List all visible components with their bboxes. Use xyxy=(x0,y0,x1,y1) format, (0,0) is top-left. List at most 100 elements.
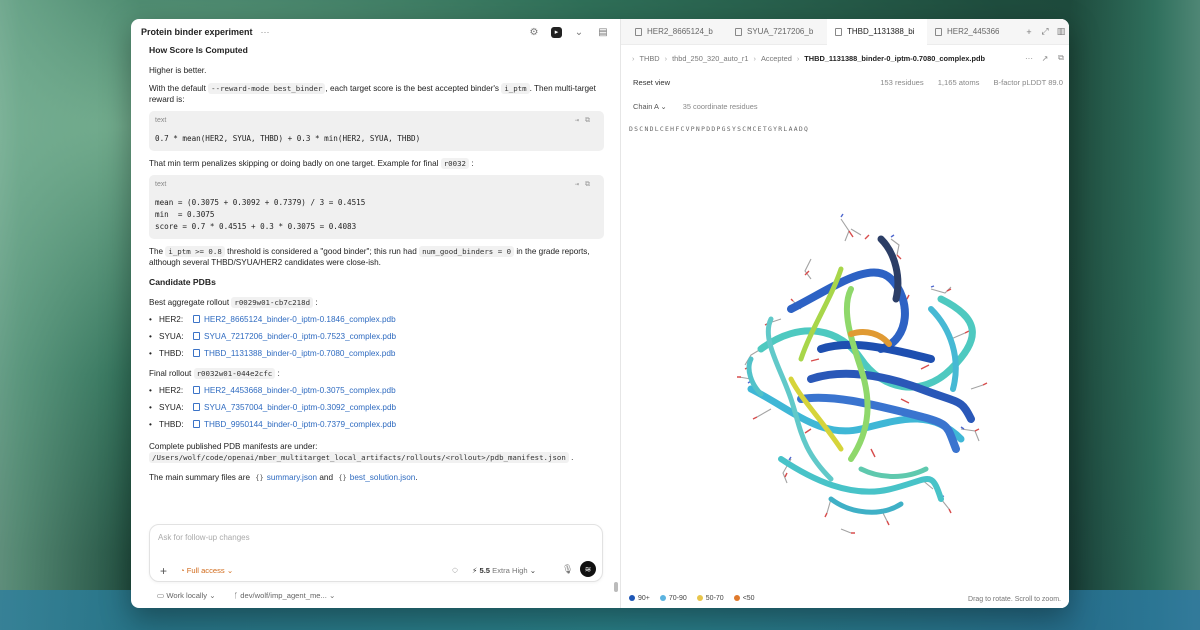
text: : xyxy=(471,158,474,168)
sequence-strip[interactable]: DSCNDLCEHFCVPNPDDPGSYSCMCETGYRLAADQ xyxy=(629,125,809,133)
legend-dot xyxy=(733,595,740,602)
text: threshold is considered a "good binder";… xyxy=(227,246,417,256)
gear-icon[interactable]: ⚙ xyxy=(527,25,541,39)
app-window: Protein binder experiment ··· ⚙ ▸ ⌄ ▤ Ho… xyxy=(131,19,1069,608)
add-tab-icon[interactable]: + xyxy=(1021,27,1037,37)
chevron-right-icon: › xyxy=(632,53,635,63)
paragraph-reward-mode: With the default --reward-mode best_bind… xyxy=(149,82,604,105)
atom-count: 1,165 atoms xyxy=(937,78,980,87)
wrap-icon[interactable]: ⇥ xyxy=(575,116,585,124)
chevron-down-icon: ⌄ xyxy=(660,102,667,111)
access-selector[interactable]: ◔ Full access ⌄ xyxy=(180,566,233,575)
mic-icon[interactable]: 🎙 xyxy=(562,564,573,575)
viewer-stats: 153 residues 1,165 atoms B-factor pLDDT … xyxy=(880,78,1063,87)
file-icon xyxy=(835,27,842,36)
text: Final rollout xyxy=(149,368,192,378)
breadcrumb-current: THBD_1131388_binder-0_iptm-0.7080_comple… xyxy=(804,53,986,63)
code-body: 0.7 * mean(HER2, SYUA, THBD) + 0.3 * min… xyxy=(155,134,421,144)
text: , each target score is the best accepted… xyxy=(325,83,500,93)
file-icon xyxy=(193,332,200,341)
text: Best aggregate rollout xyxy=(149,297,230,307)
legend-item: 70-90 xyxy=(659,595,687,602)
composer[interactable]: Ask for follow-up changes + ◔ Full acces… xyxy=(149,524,603,582)
pdb-link[interactable]: HER2_4453668_binder-0_iptm-0.3075_comple… xyxy=(204,385,396,396)
pdb-link[interactable]: HER2_8665124_binder-0_iptm-0.1846_comple… xyxy=(204,314,396,325)
breadcrumb-item[interactable]: thbd_250_320_auto_r1 xyxy=(672,54,748,63)
copy-icon[interactable]: ⧉ xyxy=(585,116,596,124)
list-item: • THBD: THBD_1131388_binder-0_iptm-0.7080_… xyxy=(149,348,396,359)
chevron-down-icon[interactable]: ⌄ xyxy=(572,25,586,39)
chain-label: Chain A xyxy=(633,102,659,111)
text: The main summary files are xyxy=(149,472,251,482)
heading-score: How Score Is Computed xyxy=(149,45,248,55)
viewer-pane: HER2_8665124_b SYUA_7217206_b THBD_11313… xyxy=(621,19,1069,608)
pdb-link[interactable]: SYUA_7217206_binder-0_iptm-0.7523_comple… xyxy=(204,331,396,342)
branch-selector[interactable]: ᚴ dev/wolf/imp_agent_me... ⌄ xyxy=(234,591,336,600)
target-label: SYUA: xyxy=(159,402,184,412)
legend-dot xyxy=(696,595,703,602)
best-solution-link[interactable]: best_solution.json xyxy=(350,473,416,482)
copy-icon[interactable]: ⧉ xyxy=(1053,53,1069,63)
file-icon xyxy=(193,386,200,395)
work-locally-selector[interactable]: ▭ Work locally ⌄ xyxy=(157,591,216,600)
composer-input[interactable]: Ask for follow-up changes xyxy=(158,533,250,542)
chevron-down-icon: ⌄ xyxy=(529,566,537,575)
sidebar-toggle-icon[interactable]: ▥ xyxy=(1053,26,1069,37)
scrollbar[interactable] xyxy=(614,582,618,592)
list-item: • HER2: HER2_8665124_binder-0_iptm-0.1846_… xyxy=(149,314,396,325)
tab-label: SYUA_7217206_b xyxy=(747,27,814,36)
voice-button[interactable]: ≋ xyxy=(580,561,596,577)
pdb-link[interactable]: THBD_1131388_binder-0_iptm-0.7080_comple… xyxy=(204,348,395,359)
breadcrumb: › THBD › thbd_250_320_auto_r1 › Accepted… xyxy=(621,45,1069,71)
chat-pane: Protein binder experiment ··· ⚙ ▸ ⌄ ▤ Ho… xyxy=(131,19,621,608)
more-icon[interactable]: ··· xyxy=(261,27,270,37)
list-item: • HER2: HER2_4453668_binder-0_iptm-0.3075_… xyxy=(149,385,396,396)
tab-her2-8665124[interactable]: HER2_8665124_b xyxy=(627,19,727,45)
tab-her2-4453668[interactable]: HER2_4453668 xyxy=(927,19,999,45)
plddt-value: B-factor pLDDT 89.0 xyxy=(993,78,1063,87)
terminal-icon[interactable]: ▸ xyxy=(551,26,562,38)
best-rollout-line: Best aggregate rollout r0029w01-cb7c218d… xyxy=(149,296,604,308)
text: . xyxy=(415,472,418,482)
file-icon xyxy=(735,27,742,36)
model-selector[interactable]: ⚡ 5.5 Extra High ⌄ xyxy=(472,566,536,575)
more-icon[interactable]: ··· xyxy=(1021,54,1037,63)
pdb-link[interactable]: SYUA_7357004_binder-0_iptm-0.3092_comple… xyxy=(204,402,396,413)
code-body: mean = (0.3075 + 0.3092 + 0.7379) / 3 = … xyxy=(155,198,366,232)
text: Complete published PDB manifests are und… xyxy=(149,441,318,451)
breadcrumb-item[interactable]: THBD xyxy=(639,54,659,63)
text: and xyxy=(319,472,334,482)
wrap-icon[interactable]: ⇥ xyxy=(575,180,585,188)
chevron-right-icon: › xyxy=(796,53,800,63)
message-content: How Score Is Computed Higher is better. … xyxy=(149,45,604,483)
summary-link[interactable]: summary.json xyxy=(267,473,317,482)
tab-syua-7217206[interactable]: SYUA_7217206_b xyxy=(727,19,827,45)
reset-view-button[interactable]: Reset view xyxy=(633,78,670,87)
protein-structure-viewer[interactable] xyxy=(691,199,1031,549)
paragraph-min-term: That min term penalizes skipping or doin… xyxy=(149,157,604,169)
chevron-right-icon: › xyxy=(664,53,668,63)
breadcrumb-item[interactable]: Accepted xyxy=(761,54,792,63)
expand-icon[interactable]: ⤢ xyxy=(1037,26,1053,37)
final-rollout-line: Final rollout r0032w01-044e2cfc : xyxy=(149,367,604,379)
best-files-list: • HER2: HER2_8665124_binder-0_iptm-0.1846_… xyxy=(149,311,604,362)
final-files-list: • HER2: HER2_4453668_binder-0_iptm-0.3075_… xyxy=(149,382,604,433)
pdb-link[interactable]: THBD_9950144_binder-0_iptm-0.7379_comple… xyxy=(204,419,396,430)
chevron-right-icon: › xyxy=(753,53,756,63)
panel-icon[interactable]: ▤ xyxy=(596,25,610,39)
thread-title[interactable]: Protein binder experiment xyxy=(141,27,253,37)
file-icon xyxy=(193,315,200,324)
target-label: THBD: xyxy=(159,419,184,429)
spinner-icon: ◌ xyxy=(452,565,458,576)
text: : xyxy=(277,368,280,378)
code-block-formula: text ⇥⧉ 0.7 * mean(HER2, SYUA, THBD) + 0… xyxy=(149,110,604,151)
file-icon xyxy=(193,403,200,412)
tab-thbd-1131388[interactable]: THBD_1131388_bi xyxy=(827,19,927,45)
code-lang: text xyxy=(155,181,167,189)
plus-icon[interactable]: + xyxy=(160,565,167,577)
tab-label: THBD_1131388_bi xyxy=(847,27,915,36)
copy-icon[interactable]: ⧉ xyxy=(585,180,596,188)
open-external-icon[interactable]: ↗ xyxy=(1037,54,1053,63)
chain-selector[interactable]: Chain A ⌄ xyxy=(633,102,667,111)
legend-dot xyxy=(659,595,666,602)
